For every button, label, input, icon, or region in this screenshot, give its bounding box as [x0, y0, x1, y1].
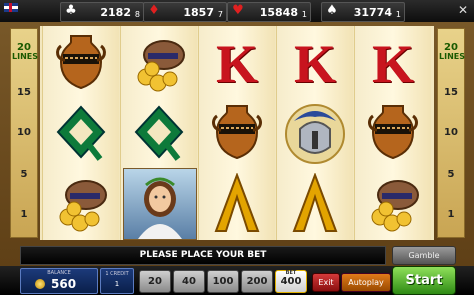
line-marker[interactable]: 1: [438, 209, 464, 220]
language-flag-icon[interactable]: [4, 3, 18, 12]
exit-button[interactable]: Exit: [312, 273, 340, 292]
amphora-icon: [359, 100, 427, 168]
queen-symbol: [47, 100, 115, 168]
king-symbol: K: [215, 34, 258, 94]
line-marker[interactable]: 15: [438, 87, 464, 98]
gamble-button[interactable]: Gamble: [392, 246, 456, 265]
amphora-icon: [47, 30, 115, 98]
jackpot-sub: 7: [217, 10, 223, 19]
jackpot-hearts: ♥ 15848 1: [227, 2, 311, 22]
lines-panel-right: 20 LINES 15 10 5 1: [437, 28, 465, 238]
spades-icon: ♠: [326, 3, 338, 18]
jackpot-sub: 8: [134, 10, 140, 19]
jackpot-sub: 1: [301, 10, 307, 19]
reel-1: [42, 26, 119, 240]
line-marker[interactable]: 10: [438, 127, 464, 138]
lines-count: 20 LINES: [12, 42, 38, 62]
diamonds-icon: ♦: [148, 3, 160, 18]
top-bar: ♣ 2182 8 ♦ 1857 7 ♥ 15848 1 ♠ 31774 1 ✕: [0, 0, 474, 22]
balance-label: BALANCE: [47, 270, 71, 276]
bet-button-40[interactable]: 40: [173, 270, 205, 293]
coin-pot-icon: [125, 30, 193, 98]
ace-symbol: [281, 170, 349, 238]
coin-pot-icon: [359, 170, 427, 238]
jackpot-sub: 1: [395, 10, 401, 19]
status-message: PLEASE PLACE YOUR BET: [20, 246, 386, 265]
jackpot-clubs: ♣ 2182 8: [60, 2, 144, 22]
credit-label: 1 CREDIT: [105, 271, 129, 277]
king-symbol: K: [371, 34, 414, 94]
amphora-icon: [203, 100, 271, 168]
jackpot-value: 15848: [259, 6, 298, 19]
line-marker[interactable]: 15: [11, 87, 37, 98]
credit-selector[interactable]: 1 CREDIT 1: [100, 268, 134, 294]
jackpot-value: 1857: [183, 6, 214, 19]
slot-game: ♣ 2182 8 ♦ 1857 7 ♥ 15848 1 ♠ 31774 1 ✕ …: [0, 0, 474, 295]
coin-pot-icon: [47, 170, 115, 238]
goddess-icon: [123, 168, 197, 240]
close-icon[interactable]: ✕: [456, 3, 470, 17]
start-button[interactable]: Start: [392, 266, 456, 295]
balance-value: 560: [51, 277, 77, 291]
clubs-icon: ♣: [65, 3, 77, 18]
queen-symbol: [125, 100, 193, 168]
reel-5: K: [354, 26, 431, 240]
reel-3: K: [198, 26, 275, 240]
hearts-icon: ♥: [232, 3, 244, 18]
reels-area: K K K: [40, 26, 434, 240]
bet-button-200[interactable]: 200: [241, 270, 273, 293]
jackpot-spades: ♠ 31774 1: [321, 2, 405, 22]
line-marker[interactable]: 5: [11, 169, 37, 180]
lines-count: 20 LINES: [439, 42, 465, 62]
king-symbol: K: [293, 34, 336, 94]
bet-tag: BET: [285, 270, 297, 276]
line-marker[interactable]: 1: [11, 209, 37, 220]
helmet-icon: [281, 100, 349, 168]
reel-4: K: [276, 26, 353, 240]
jackpot-value: 31774: [353, 6, 392, 19]
bet-button-400[interactable]: BET 400: [275, 270, 307, 293]
line-marker[interactable]: 10: [11, 127, 37, 138]
lines-panel-left: 20 LINES 15 10 5 1: [10, 28, 38, 238]
ace-symbol: [203, 170, 271, 238]
bet-button-20[interactable]: 20: [139, 270, 171, 293]
jackpot-value: 2182: [100, 6, 131, 19]
bet-button-100[interactable]: 100: [207, 270, 239, 293]
balance-display: BALANCE 560: [20, 268, 98, 294]
autoplay-button[interactable]: Autoplay: [341, 273, 391, 292]
line-marker[interactable]: 5: [438, 169, 464, 180]
credit-value: 1: [114, 280, 120, 288]
coin-icon: [35, 279, 45, 289]
jackpot-diamonds: ♦ 1857 7: [143, 2, 227, 22]
